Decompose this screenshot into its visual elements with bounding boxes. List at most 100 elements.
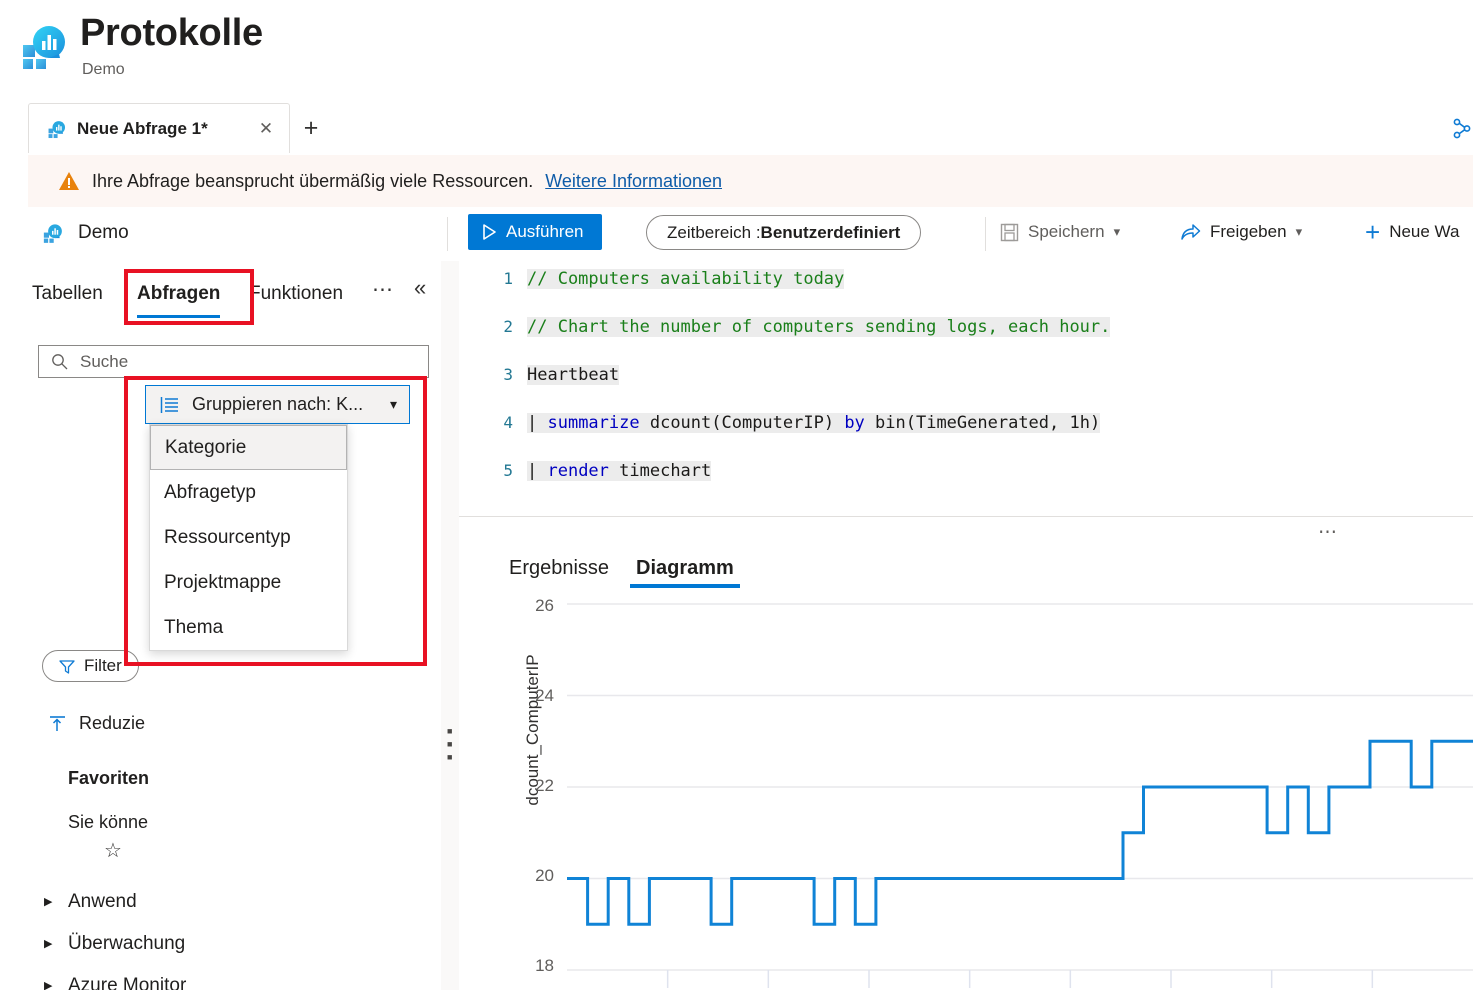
tab-funktionen[interactable]: Funktionen <box>249 273 343 315</box>
panel-splitter[interactable] <box>441 261 459 990</box>
query-search-box[interactable] <box>38 345 429 378</box>
query-editor[interactable]: 1 // Computers availability today 2 // C… <box>459 261 1473 516</box>
code-line: 1 // Computers availability today <box>459 269 1473 293</box>
code-line: 4 | summarize dcount(ComputerIP) by bin(… <box>459 413 1473 437</box>
save-button[interactable]: Speichern ▾ <box>1000 216 1120 248</box>
warning-text: Ihre Abfrage beansprucht übermäßig viele… <box>92 170 534 191</box>
ellipsis-icon[interactable]: ⋯ <box>1318 521 1339 544</box>
code-text: // Computers availability today <box>527 269 845 289</box>
time-range-value: Benutzerdefiniert <box>760 222 901 242</box>
chart-plot-area[interactable] <box>567 592 1473 990</box>
tab-active-underline <box>137 315 221 318</box>
query-tab[interactable]: Neue Abfrage 1* ✕ <box>28 103 290 153</box>
new-alert-rule-button[interactable]: + Neue Wa <box>1365 216 1459 248</box>
dropdown-option-abfragetyp[interactable]: Abfragetyp <box>150 470 347 515</box>
share-button[interactable]: Freigeben ▾ <box>1180 216 1302 248</box>
chevron-right-icon: ▶ <box>44 979 53 990</box>
page-title: Protokolle <box>80 12 263 54</box>
line-number: 5 <box>503 461 513 480</box>
play-icon <box>483 224 496 240</box>
query-tab-strip: Neue Abfrage 1* ✕ + <box>0 103 1473 155</box>
y-tick-label: 18 <box>535 956 554 975</box>
log-analytics-icon <box>23 26 65 69</box>
dropdown-option-label: Ressourcentyp <box>164 526 291 548</box>
drag-handle-icon[interactable]: ■ ■ ■ <box>447 725 452 764</box>
search-icon <box>52 354 68 370</box>
collapse-all-button[interactable]: Reduzie <box>48 713 145 734</box>
tree-item[interactable]: ▶ Überwachung <box>44 923 439 965</box>
chart-series-line <box>567 739 1473 926</box>
close-icon[interactable]: ✕ <box>255 118 277 140</box>
workspace-selector[interactable]: Demo <box>40 221 129 245</box>
log-analytics-page: Protokolle Demo Neue Abfrage 1* ✕ + Ihre… <box>0 0 1473 990</box>
dropdown-option-label: Thema <box>164 616 224 638</box>
page-header: Protokolle Demo <box>0 0 1473 96</box>
filter-label: Filter <box>84 656 122 675</box>
tab-diagramm[interactable]: Diagramm <box>630 548 740 588</box>
tree-item[interactable]: ▶ Anwend <box>44 881 439 923</box>
query-category-tree: ▶ Anwend ▶ Überwachung ▶ Azure Monitor ▶… <box>44 881 439 990</box>
chevron-down-icon[interactable]: ▾ <box>390 396 397 413</box>
chevron-down-icon[interactable]: ▾ <box>1296 224 1303 240</box>
page-subtitle: Demo <box>82 61 125 78</box>
chevron-double-left-icon[interactable]: « <box>414 275 426 301</box>
results-chart: dcount_ComputerIP 26 24 22 20 18 <box>459 592 1473 990</box>
line-number: 4 <box>503 413 513 432</box>
filter-button[interactable]: Filter <box>42 650 139 682</box>
code-line: 5 | render timechart <box>459 461 1473 485</box>
editor-divider <box>459 516 1473 517</box>
y-tick-label: 26 <box>535 596 554 615</box>
tree-item-label: Anwend <box>68 891 137 912</box>
tab-label: Diagramm <box>636 556 734 579</box>
share-icon <box>1181 223 1201 240</box>
group-list-icon <box>160 396 178 413</box>
dropdown-option-ressourcentyp[interactable]: Ressourcentyp <box>150 515 347 560</box>
dropdown-option-projektmappe[interactable]: Projektmappe <box>150 560 347 605</box>
command-bar-divider <box>447 217 448 251</box>
share-link-icon[interactable] <box>1451 117 1473 141</box>
collapse-all-icon <box>50 716 65 731</box>
chevron-down-icon[interactable]: ▾ <box>1114 224 1121 240</box>
search-input[interactable] <box>78 350 398 373</box>
save-button-label: Speichern <box>1028 222 1105 241</box>
tab-label: Tabellen <box>32 283 103 304</box>
results-tabs: Ergebnisse Diagramm <box>459 548 1473 592</box>
chevron-right-icon: ▶ <box>44 895 53 908</box>
tab-tabellen[interactable]: Tabellen <box>32 273 103 315</box>
plus-icon[interactable]: + <box>296 113 326 143</box>
code-line: 2 // Chart the number of computers sendi… <box>459 317 1473 341</box>
tab-label: Funktionen <box>249 283 344 304</box>
time-range-selector[interactable]: Zeitbereich : Benutzerdefiniert <box>646 215 922 250</box>
collapse-all-label: Reduzie <box>79 713 146 733</box>
ellipsis-icon[interactable]: ⋯ <box>372 277 395 302</box>
tab-abfragen[interactable]: Abfragen <box>137 273 221 318</box>
run-button[interactable]: Ausführen <box>468 214 602 250</box>
new-alert-rule-label: Neue Wa <box>1389 222 1460 241</box>
star-outline-icon: ☆ <box>104 840 122 862</box>
y-tick-label: 20 <box>535 866 554 885</box>
code-text: | render timechart <box>527 461 712 481</box>
dropdown-option-thema[interactable]: Thema <box>150 605 347 650</box>
time-range-prefix: Zeitbereich : <box>667 222 761 242</box>
tree-item-label: Überwachung <box>68 933 186 954</box>
chart-x-gridlines <box>666 970 1374 988</box>
share-button-label: Freigeben <box>1210 222 1287 241</box>
tab-ergebnisse[interactable]: Ergebnisse <box>509 548 609 588</box>
line-number: 1 <box>503 269 513 288</box>
tab-label: Abfragen <box>137 283 221 304</box>
filter-icon <box>59 659 75 674</box>
left-panel-tabs: Tabellen Abfragen Funktionen ⋯ « <box>0 273 441 319</box>
resource-warning-bar: Ihre Abfrage beansprucht übermäßig viele… <box>28 155 1473 207</box>
warning-learn-more-link[interactable]: Weitere Informationen <box>545 171 722 192</box>
tree-item[interactable]: ▶ Azure Monitor <box>44 965 439 990</box>
y-tick-label: 24 <box>535 686 554 705</box>
code-text: // Chart the number of computers sending… <box>527 317 1111 337</box>
dropdown-option-label: Abfragetyp <box>164 481 256 503</box>
group-by-button[interactable]: Gruppieren nach: K... ▾ <box>145 385 410 424</box>
tab-label: Ergebnisse <box>509 556 610 579</box>
y-tick-label: 22 <box>535 776 554 795</box>
dropdown-option-kategorie[interactable]: Kategorie <box>150 425 347 470</box>
favorites-heading: Favoriten <box>68 768 150 788</box>
code-line: 3 Heartbeat <box>459 365 1473 389</box>
workspace-name: Demo <box>78 222 129 243</box>
